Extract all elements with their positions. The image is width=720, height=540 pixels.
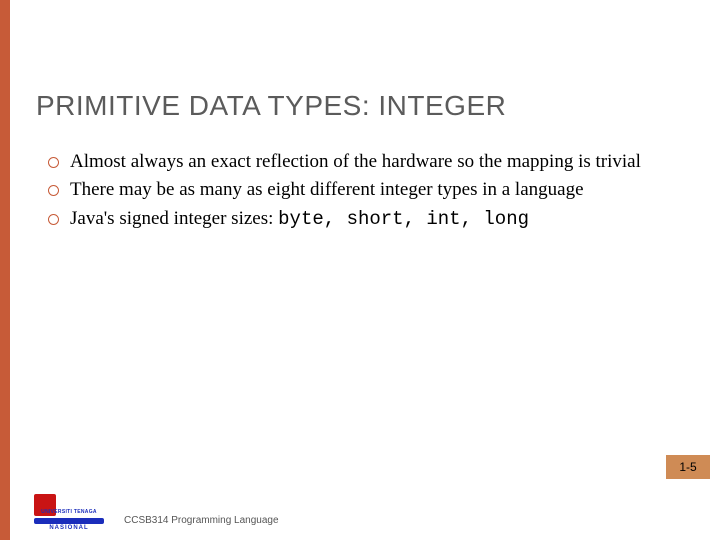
bullet-text: Java's signed integer sizes:: [70, 208, 278, 229]
university-logo: UNIVERSITI TENAGA NASIONAL: [34, 488, 104, 534]
bullet-list: Almost always an exact reflection of the…: [46, 150, 670, 231]
slide-title: PRIMITIVE DATA TYPES: INTEGER: [36, 90, 720, 122]
list-item: Almost always an exact reflection of the…: [46, 150, 670, 174]
slide: PRIMITIVE DATA TYPES: INTEGER Almost alw…: [10, 0, 720, 540]
page-number-box: 1-5: [666, 455, 710, 479]
bullet-code: byte, short, int, long: [278, 208, 529, 230]
bullet-text: Almost always an exact reflection of the…: [70, 151, 641, 172]
logo-text-2: NASIONAL: [34, 525, 104, 531]
logo-text-1: UNIVERSITI TENAGA: [34, 510, 104, 515]
logo-band: [34, 518, 104, 524]
page-number: 1-5: [679, 460, 696, 474]
list-item: There may be as many as eight different …: [46, 178, 670, 202]
bullet-text: There may be as many as eight different …: [70, 179, 584, 200]
footer-text: CCSB314 Programming Language: [124, 515, 279, 526]
accent-strip: [0, 0, 10, 540]
list-item: Java's signed integer sizes: byte, short…: [46, 207, 670, 231]
